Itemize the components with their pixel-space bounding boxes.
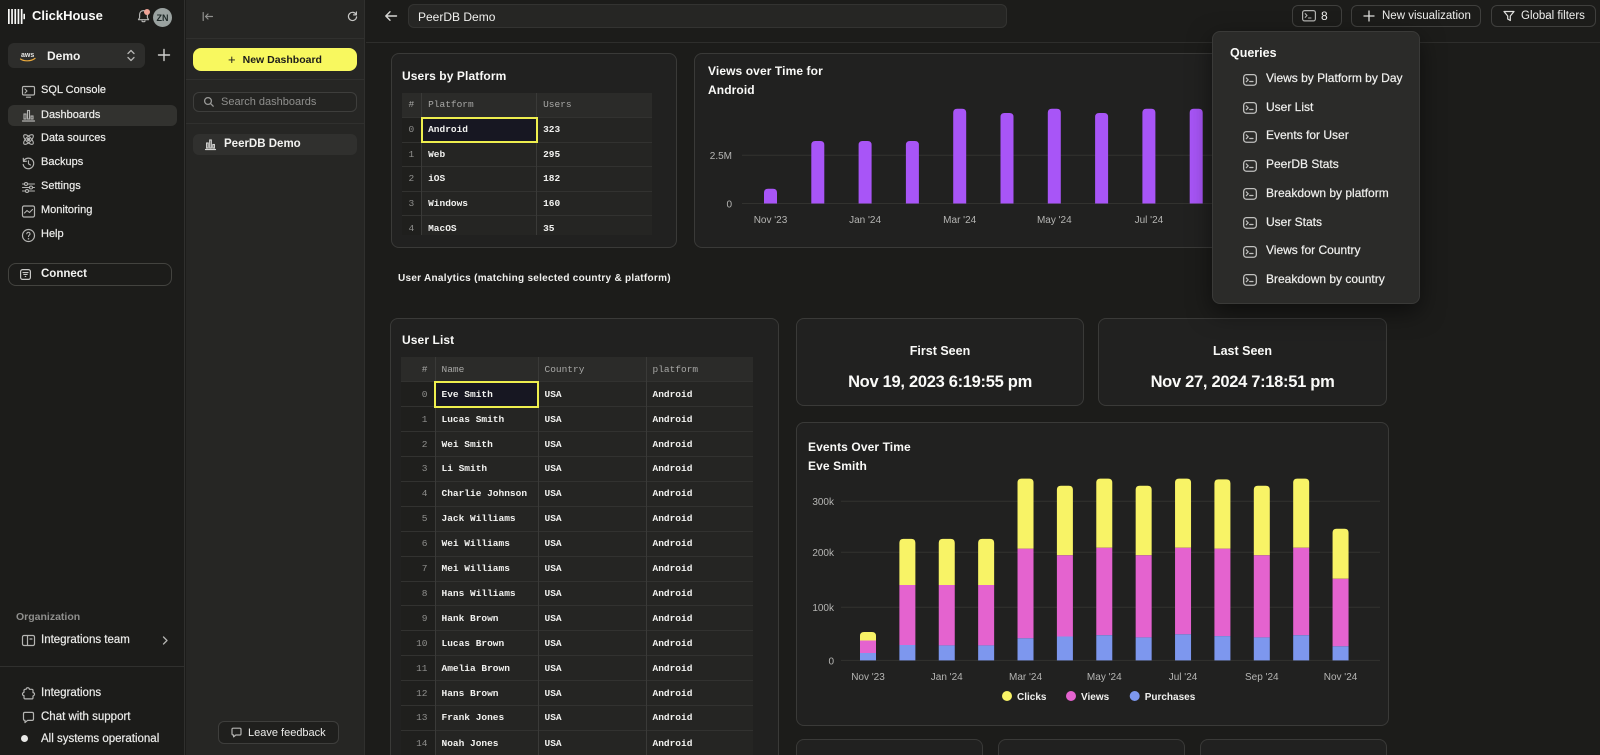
svg-text:Sep '24: Sep '24: [1245, 672, 1279, 683]
svg-text:Jul '24: Jul '24: [1169, 672, 1198, 683]
svg-text:2.5M: 2.5M: [710, 151, 732, 162]
svg-text:Jul '24: Jul '24: [1135, 215, 1164, 226]
svg-text:May '24: May '24: [1087, 672, 1122, 683]
svg-text:Views: Views: [1081, 692, 1110, 703]
svg-text:Mar '24: Mar '24: [943, 215, 976, 226]
svg-text:May '24: May '24: [1037, 215, 1072, 226]
svg-text:200k: 200k: [812, 548, 835, 559]
svg-text:aws: aws: [21, 52, 34, 59]
svg-text:300k: 300k: [812, 497, 835, 508]
svg-text:Nov '23: Nov '23: [851, 672, 885, 683]
svg-text:Purchases: Purchases: [1145, 692, 1196, 703]
svg-text:Nov '23: Nov '23: [754, 215, 788, 226]
svg-text:0: 0: [828, 656, 834, 667]
svg-text:100k: 100k: [812, 603, 835, 614]
svg-text:Jan '24: Jan '24: [849, 215, 881, 226]
svg-text:Nov '24: Nov '24: [1324, 672, 1358, 683]
svg-text:Jan '24: Jan '24: [931, 672, 963, 683]
svg-text:Mar '24: Mar '24: [1009, 672, 1042, 683]
svg-text:Clicks: Clicks: [1017, 692, 1047, 703]
svg-text:0: 0: [726, 200, 732, 211]
